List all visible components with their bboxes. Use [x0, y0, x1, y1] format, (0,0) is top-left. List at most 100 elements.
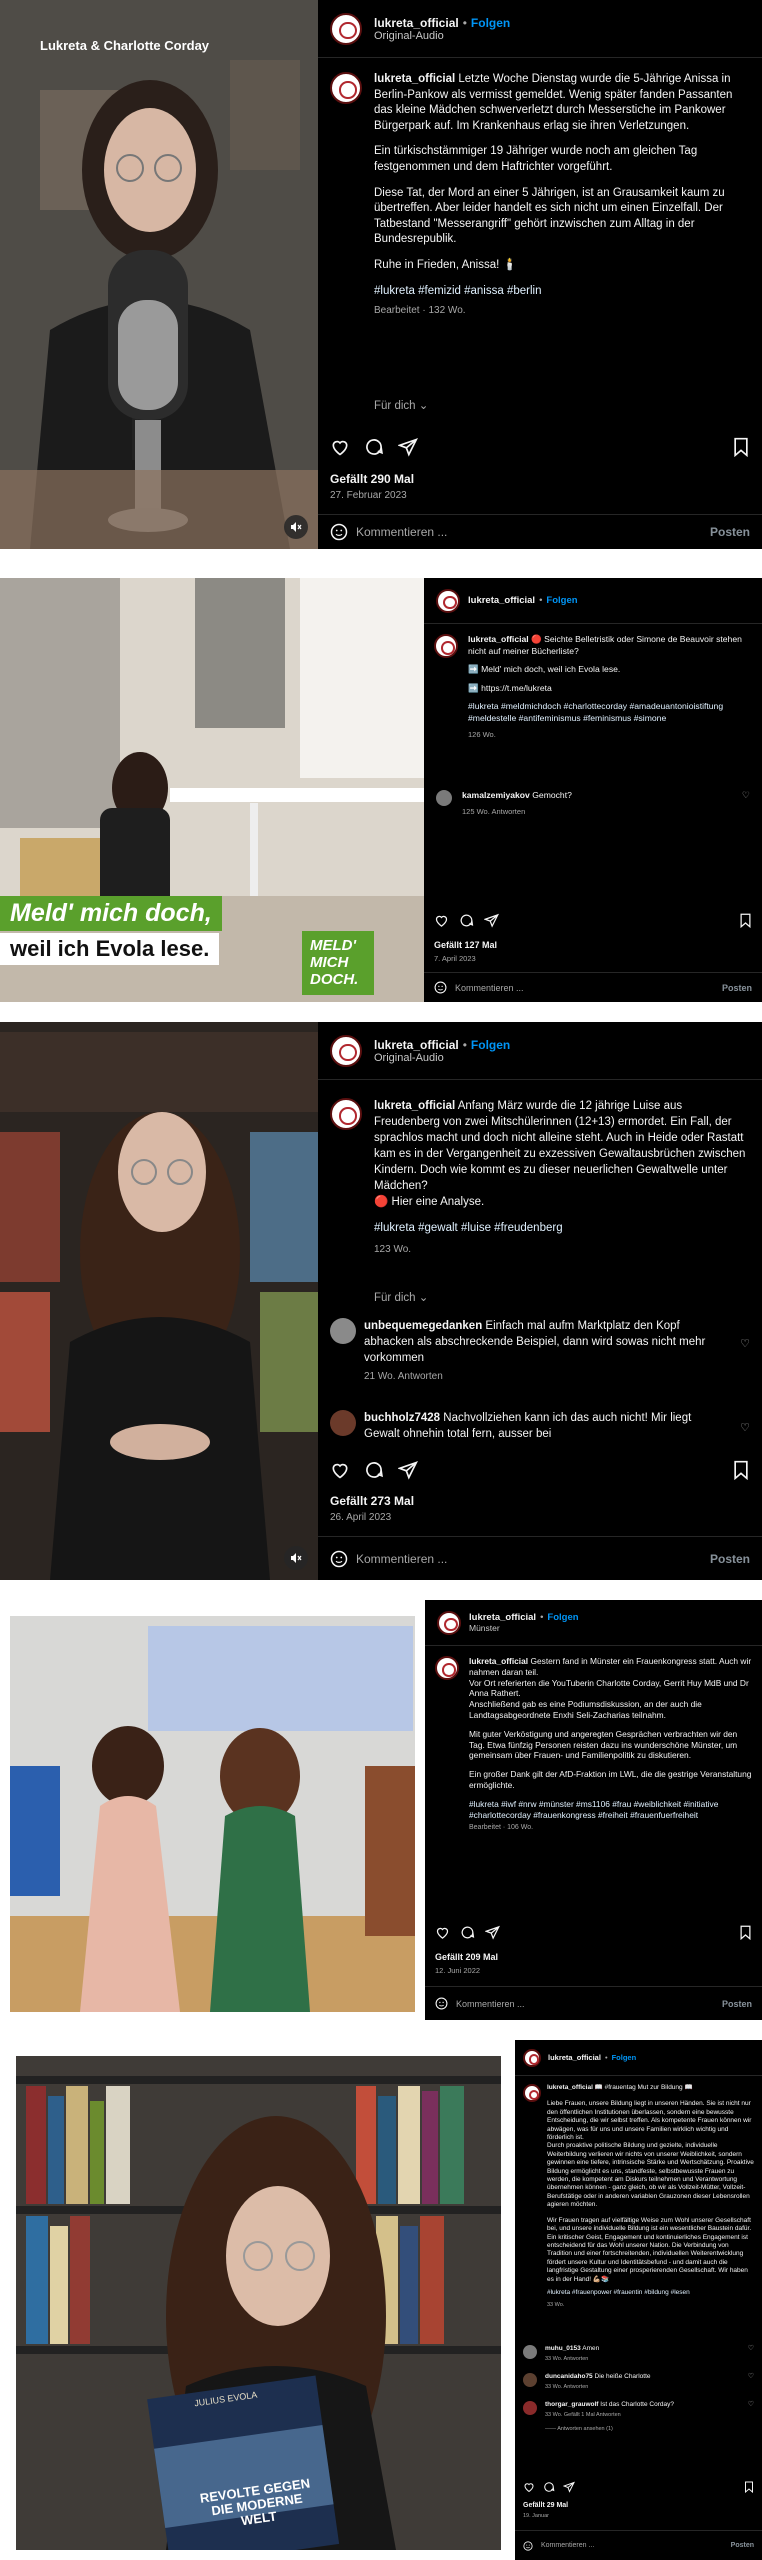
heart-icon[interactable] [330, 437, 350, 457]
avatar[interactable] [330, 1098, 362, 1130]
heart-icon[interactable]: ♡ [742, 790, 750, 802]
comment-input[interactable]: Kommentieren ... [456, 1999, 722, 2009]
avatar[interactable] [523, 2345, 537, 2359]
comment-input[interactable]: Kommentieren ... [455, 983, 722, 993]
heart-icon[interactable]: ♡ [740, 1336, 750, 1352]
username[interactable]: lukreta_official [468, 595, 535, 606]
like-count[interactable]: Gefällt 273 Mal [330, 1494, 414, 1508]
comment-username[interactable]: muhu_0153 [545, 2345, 581, 2352]
avatar[interactable] [523, 2084, 541, 2102]
follow-button[interactable]: Folgen [546, 595, 577, 606]
post-comment-button[interactable]: Posten [710, 525, 750, 539]
for-you-button[interactable]: Für dich ⌄ [374, 1290, 428, 1304]
heart-icon[interactable]: ♡ [748, 2345, 754, 2353]
hashtags[interactable]: #lukreta #frauenpower #frauentin #bildun… [547, 2289, 754, 2297]
heart-icon[interactable] [435, 1925, 450, 1940]
avatar[interactable] [330, 1034, 362, 1067]
comment-username[interactable]: duncanidaho75 [545, 2373, 593, 2380]
caption-username[interactable]: lukreta_official [469, 1656, 528, 1666]
post-image[interactable]: Meld' mich doch, weil ich Evola lese. ME… [0, 578, 424, 1002]
username[interactable]: lukreta_official [469, 1612, 536, 1623]
avatar[interactable] [436, 588, 460, 613]
caption-username[interactable]: lukreta_official [374, 1100, 455, 1112]
share-icon[interactable] [563, 2481, 575, 2493]
hashtags[interactable]: #lukreta #meldmichdoch #charlottecorday … [468, 701, 752, 724]
heart-icon[interactable] [434, 913, 449, 928]
comment-username[interactable]: kamalzemiyakov [462, 790, 530, 800]
caption-username[interactable]: lukreta_official [374, 73, 455, 85]
like-count[interactable]: Gefällt 29 Mal [523, 2502, 568, 2509]
avatar[interactable] [437, 1610, 461, 1635]
post-comment-button[interactable]: Posten [731, 2542, 754, 2549]
avatar[interactable] [523, 2048, 541, 2067]
for-you-button[interactable]: Für dich ⌄ [374, 398, 428, 412]
bookmark-icon[interactable] [739, 913, 752, 928]
emoji-icon[interactable] [434, 981, 447, 994]
post-image[interactable]: JULIUS EVOLA REVOLTE GEGEN DIE MODERNE W… [16, 2056, 501, 2550]
like-count[interactable]: Gefällt 290 Mal [330, 472, 414, 486]
comment-icon[interactable] [364, 437, 384, 457]
bookmark-icon[interactable] [732, 1460, 750, 1480]
comment-meta[interactable]: 33 Wo. Antworten [545, 2355, 599, 2363]
comment-icon[interactable] [460, 1925, 475, 1940]
comment-username[interactable]: thorgar_grauwolf [545, 2401, 598, 2408]
heart-icon[interactable] [523, 2481, 535, 2493]
heart-icon[interactable] [330, 1460, 350, 1480]
mute-icon[interactable] [284, 515, 308, 539]
follow-button[interactable]: Folgen [612, 2053, 637, 2062]
avatar[interactable] [523, 2401, 537, 2415]
avatar[interactable] [435, 1656, 459, 1680]
username[interactable]: lukreta_official [374, 1038, 459, 1052]
location-label[interactable]: Münster [469, 1623, 579, 1633]
hashtags[interactable]: #lukreta #iwf #nrw #münster #ms1106 #fra… [469, 1799, 754, 1821]
comment-icon[interactable] [543, 2481, 555, 2493]
avatar[interactable] [330, 1318, 356, 1344]
heart-icon[interactable]: ♡ [748, 2401, 754, 2409]
post-video[interactable] [0, 1022, 318, 1580]
avatar[interactable] [436, 790, 452, 806]
post-comment-button[interactable]: Posten [722, 983, 752, 993]
follow-button[interactable]: Folgen [471, 16, 510, 30]
avatar[interactable] [330, 72, 362, 104]
comment-meta[interactable]: 33 Wo. Gefällt 1 Mal Antworten [545, 2411, 674, 2419]
audio-label[interactable]: Original-Audio [374, 30, 510, 42]
bookmark-icon[interactable] [744, 2481, 754, 2493]
post-image[interactable] [10, 1616, 415, 2012]
bookmark-icon[interactable] [732, 437, 750, 457]
post-comment-button[interactable]: Posten [722, 1999, 752, 2009]
emoji-icon[interactable] [523, 2540, 533, 2551]
comment-icon[interactable] [459, 913, 474, 928]
comment-input[interactable]: Kommentieren ... [356, 1552, 710, 1566]
comment-meta[interactable]: 33 Wo. Antworten [545, 2383, 651, 2391]
follow-button[interactable]: Folgen [547, 1612, 578, 1623]
caption-username[interactable]: lukreta_official [547, 2084, 593, 2091]
mute-icon[interactable] [284, 1546, 308, 1570]
caption-username[interactable]: lukreta_official [468, 634, 529, 644]
share-icon[interactable] [484, 913, 499, 928]
like-count[interactable]: Gefällt 209 Mal [435, 1952, 498, 1962]
comment-icon[interactable] [364, 1460, 384, 1480]
like-count[interactable]: Gefällt 127 Mal [434, 940, 497, 950]
comment-meta[interactable]: 21 Wo. Antworten [364, 1369, 726, 1385]
avatar[interactable] [434, 634, 458, 658]
caption-link[interactable]: ➡️ https://t.me/lukreta [468, 683, 752, 695]
share-icon[interactable] [398, 1460, 418, 1480]
share-icon[interactable] [398, 437, 418, 457]
share-icon[interactable] [485, 1925, 500, 1940]
comment-input[interactable]: Kommentieren ... [541, 2542, 731, 2549]
username[interactable]: lukreta_official [548, 2053, 601, 2062]
hashtags[interactable]: #lukreta #gewalt #luise #freudenberg [374, 1220, 748, 1236]
post-comment-button[interactable]: Posten [710, 1552, 750, 1566]
username[interactable]: lukreta_official [374, 16, 459, 30]
audio-label[interactable]: Original-Audio [374, 1052, 510, 1064]
heart-icon[interactable]: ♡ [740, 1420, 750, 1436]
avatar[interactable] [330, 12, 362, 45]
follow-button[interactable]: Folgen [471, 1038, 510, 1052]
heart-icon[interactable]: ♡ [748, 2373, 754, 2381]
comment-meta[interactable]: 125 Wo. Antworten [462, 806, 572, 818]
emoji-icon[interactable] [330, 523, 348, 541]
bookmark-icon[interactable] [739, 1925, 752, 1940]
avatar[interactable] [330, 1410, 356, 1436]
emoji-icon[interactable] [330, 1550, 348, 1568]
comment-username[interactable]: buchholz7428 [364, 1412, 440, 1424]
